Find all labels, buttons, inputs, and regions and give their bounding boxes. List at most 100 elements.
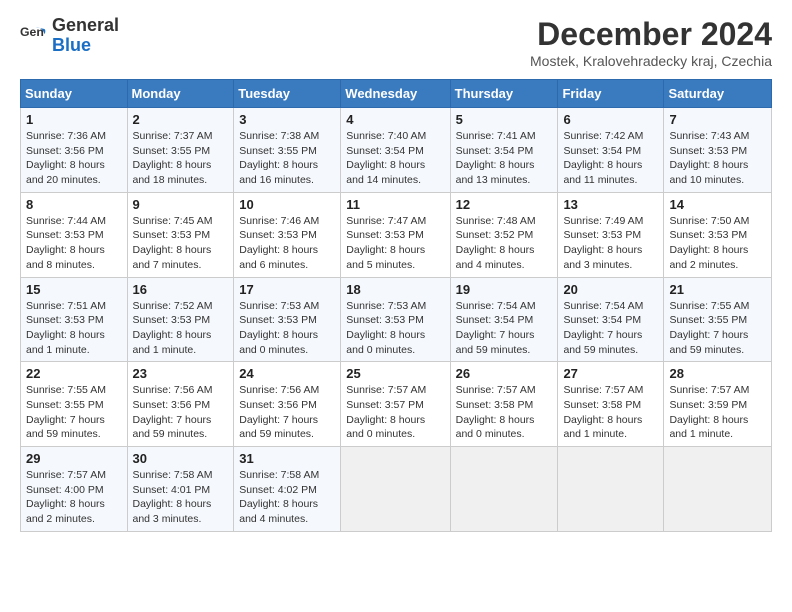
week-row-2: 8 Sunrise: 7:44 AM Sunset: 3:53 PM Dayli… xyxy=(21,192,772,277)
calendar-cell xyxy=(558,447,664,532)
day-number: 16 xyxy=(133,282,229,297)
daylight-label: Daylight: 8 hours and 16 minutes. xyxy=(239,159,318,186)
calendar-cell: 11 Sunrise: 7:47 AM Sunset: 3:53 PM Dayl… xyxy=(341,192,450,277)
daylight-label: Daylight: 8 hours and 7 minutes. xyxy=(133,244,212,271)
sunrise-label: Sunrise: 7:53 AM xyxy=(346,300,426,312)
sunrise-label: Sunrise: 7:50 AM xyxy=(669,215,749,227)
daylight-label: Daylight: 8 hours and 1 minute. xyxy=(133,329,212,356)
daylight-label: Daylight: 8 hours and 6 minutes. xyxy=(239,244,318,271)
daylight-label: Daylight: 8 hours and 3 minutes. xyxy=(133,498,212,525)
daylight-label: Daylight: 8 hours and 4 minutes. xyxy=(239,498,318,525)
day-number: 30 xyxy=(133,451,229,466)
daylight-label: Daylight: 8 hours and 4 minutes. xyxy=(456,244,535,271)
week-row-5: 29 Sunrise: 7:57 AM Sunset: 4:00 PM Dayl… xyxy=(21,447,772,532)
sunset-label: Sunset: 3:55 PM xyxy=(26,399,104,411)
calendar-cell: 28 Sunrise: 7:57 AM Sunset: 3:59 PM Dayl… xyxy=(664,362,772,447)
sunrise-label: Sunrise: 7:56 AM xyxy=(239,384,319,396)
daylight-label: Daylight: 8 hours and 2 minutes. xyxy=(669,244,748,271)
day-number: 13 xyxy=(563,197,658,212)
daylight-label: Daylight: 8 hours and 0 minutes. xyxy=(346,329,425,356)
week-row-1: 1 Sunrise: 7:36 AM Sunset: 3:56 PM Dayli… xyxy=(21,108,772,193)
sunset-label: Sunset: 3:53 PM xyxy=(26,229,104,241)
daylight-label: Daylight: 8 hours and 10 minutes. xyxy=(669,159,748,186)
calendar-cell: 13 Sunrise: 7:49 AM Sunset: 3:53 PM Dayl… xyxy=(558,192,664,277)
sunset-label: Sunset: 4:00 PM xyxy=(26,484,104,496)
daylight-label: Daylight: 7 hours and 59 minutes. xyxy=(133,414,212,441)
day-info: Sunrise: 7:49 AM Sunset: 3:53 PM Dayligh… xyxy=(563,214,658,273)
sunset-label: Sunset: 3:56 PM xyxy=(26,145,104,157)
sunrise-label: Sunrise: 7:37 AM xyxy=(133,130,213,142)
sunset-label: Sunset: 3:55 PM xyxy=(669,314,747,326)
day-info: Sunrise: 7:47 AM Sunset: 3:53 PM Dayligh… xyxy=(346,214,444,273)
daylight-label: Daylight: 7 hours and 59 minutes. xyxy=(26,414,105,441)
calendar-cell: 7 Sunrise: 7:43 AM Sunset: 3:53 PM Dayli… xyxy=(664,108,772,193)
day-number: 21 xyxy=(669,282,766,297)
sunrise-label: Sunrise: 7:45 AM xyxy=(133,215,213,227)
sunset-label: Sunset: 3:53 PM xyxy=(669,229,747,241)
day-info: Sunrise: 7:36 AM Sunset: 3:56 PM Dayligh… xyxy=(26,129,122,188)
day-number: 1 xyxy=(26,112,122,127)
day-number: 4 xyxy=(346,112,444,127)
calendar-cell: 5 Sunrise: 7:41 AM Sunset: 3:54 PM Dayli… xyxy=(450,108,558,193)
sunset-label: Sunset: 3:54 PM xyxy=(563,314,641,326)
logo-icon: Gen xyxy=(20,22,48,50)
sunrise-label: Sunrise: 7:57 AM xyxy=(346,384,426,396)
day-info: Sunrise: 7:51 AM Sunset: 3:53 PM Dayligh… xyxy=(26,299,122,358)
daylight-label: Daylight: 8 hours and 8 minutes. xyxy=(26,244,105,271)
sunrise-label: Sunrise: 7:49 AM xyxy=(563,215,643,227)
calendar-cell xyxy=(450,447,558,532)
calendar-cell: 12 Sunrise: 7:48 AM Sunset: 3:52 PM Dayl… xyxy=(450,192,558,277)
day-info: Sunrise: 7:38 AM Sunset: 3:55 PM Dayligh… xyxy=(239,129,335,188)
week-row-4: 22 Sunrise: 7:55 AM Sunset: 3:55 PM Dayl… xyxy=(21,362,772,447)
daylight-label: Daylight: 8 hours and 1 minute. xyxy=(669,414,748,441)
weekday-monday: Monday xyxy=(127,80,234,108)
day-info: Sunrise: 7:58 AM Sunset: 4:02 PM Dayligh… xyxy=(239,468,335,527)
sunset-label: Sunset: 3:53 PM xyxy=(26,314,104,326)
sunset-label: Sunset: 3:57 PM xyxy=(346,399,424,411)
sunrise-label: Sunrise: 7:55 AM xyxy=(26,384,106,396)
sunset-label: Sunset: 3:54 PM xyxy=(456,145,534,157)
calendar-cell: 16 Sunrise: 7:52 AM Sunset: 3:53 PM Dayl… xyxy=(127,277,234,362)
calendar-cell: 23 Sunrise: 7:56 AM Sunset: 3:56 PM Dayl… xyxy=(127,362,234,447)
daylight-label: Daylight: 8 hours and 0 minutes. xyxy=(456,414,535,441)
weekday-friday: Friday xyxy=(558,80,664,108)
day-number: 14 xyxy=(669,197,766,212)
day-info: Sunrise: 7:54 AM Sunset: 3:54 PM Dayligh… xyxy=(563,299,658,358)
daylight-label: Daylight: 8 hours and 1 minute. xyxy=(563,414,642,441)
calendar-cell: 10 Sunrise: 7:46 AM Sunset: 3:53 PM Dayl… xyxy=(234,192,341,277)
sunrise-label: Sunrise: 7:55 AM xyxy=(669,300,749,312)
day-number: 3 xyxy=(239,112,335,127)
day-number: 24 xyxy=(239,366,335,381)
day-info: Sunrise: 7:57 AM Sunset: 3:58 PM Dayligh… xyxy=(456,383,553,442)
sunset-label: Sunset: 3:53 PM xyxy=(346,229,424,241)
daylight-label: Daylight: 8 hours and 11 minutes. xyxy=(563,159,642,186)
daylight-label: Daylight: 7 hours and 59 minutes. xyxy=(239,414,318,441)
sunset-label: Sunset: 3:56 PM xyxy=(239,399,317,411)
sunset-label: Sunset: 3:52 PM xyxy=(456,229,534,241)
calendar-cell: 18 Sunrise: 7:53 AM Sunset: 3:53 PM Dayl… xyxy=(341,277,450,362)
calendar-cell xyxy=(664,447,772,532)
sunrise-label: Sunrise: 7:58 AM xyxy=(239,469,319,481)
calendar-cell: 6 Sunrise: 7:42 AM Sunset: 3:54 PM Dayli… xyxy=(558,108,664,193)
day-number: 23 xyxy=(133,366,229,381)
calendar-cell: 30 Sunrise: 7:58 AM Sunset: 4:01 PM Dayl… xyxy=(127,447,234,532)
calendar-cell: 1 Sunrise: 7:36 AM Sunset: 3:56 PM Dayli… xyxy=(21,108,128,193)
calendar-cell: 3 Sunrise: 7:38 AM Sunset: 3:55 PM Dayli… xyxy=(234,108,341,193)
day-info: Sunrise: 7:45 AM Sunset: 3:53 PM Dayligh… xyxy=(133,214,229,273)
daylight-label: Daylight: 8 hours and 1 minute. xyxy=(26,329,105,356)
day-info: Sunrise: 7:57 AM Sunset: 3:58 PM Dayligh… xyxy=(563,383,658,442)
daylight-label: Daylight: 8 hours and 20 minutes. xyxy=(26,159,105,186)
day-number: 12 xyxy=(456,197,553,212)
logo-blue: Blue xyxy=(52,35,91,55)
sunset-label: Sunset: 4:02 PM xyxy=(239,484,317,496)
title-area: December 2024 Mostek, Kralovehradecky kr… xyxy=(530,16,772,69)
day-info: Sunrise: 7:56 AM Sunset: 3:56 PM Dayligh… xyxy=(133,383,229,442)
day-number: 11 xyxy=(346,197,444,212)
day-number: 10 xyxy=(239,197,335,212)
sunrise-label: Sunrise: 7:46 AM xyxy=(239,215,319,227)
sunset-label: Sunset: 3:53 PM xyxy=(239,314,317,326)
calendar-cell: 20 Sunrise: 7:54 AM Sunset: 3:54 PM Dayl… xyxy=(558,277,664,362)
daylight-label: Daylight: 8 hours and 5 minutes. xyxy=(346,244,425,271)
sunrise-label: Sunrise: 7:51 AM xyxy=(26,300,106,312)
day-info: Sunrise: 7:44 AM Sunset: 3:53 PM Dayligh… xyxy=(26,214,122,273)
